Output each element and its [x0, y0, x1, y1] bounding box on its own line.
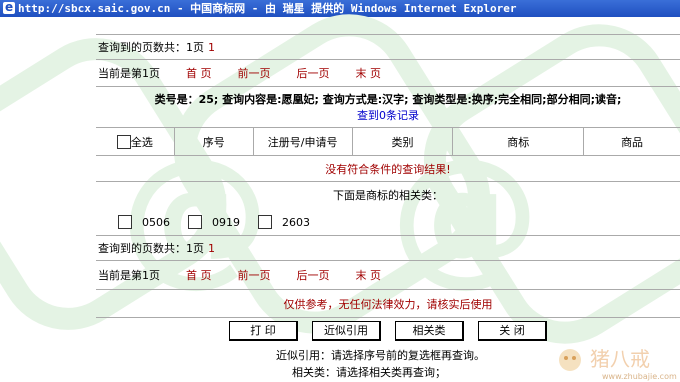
- window-title: http://sbcx.saic.gov.cn - 中国商标网 - 由 瑞星 提…: [18, 2, 517, 15]
- print-button[interactable]: 打 印: [229, 321, 298, 341]
- results-table-header: 全选 序号 注册号/申请号 类别 商标 商品: [96, 127, 680, 155]
- help-related-class: 相关类：请选择相关类再查询；: [292, 366, 446, 379]
- pages-found-value: 1: [208, 40, 215, 54]
- zhubajie-watermark-logo: 猪八戒 www.zhubajie.com: [559, 347, 677, 381]
- no-result-row: 没有符合条件的查询结果!: [96, 155, 680, 181]
- bottom-pagination-row: 当前是第1页 首 页 前一页 后一页 末 页: [96, 260, 680, 289]
- results-panel: 查询到的页数共：1页 1 当前是第1页 首 页 前一页 后一页 末 页 类号是：…: [96, 34, 680, 382]
- query-summary-row: 类号是：25; 查询内容是:愿凰妃; 查询方式是:汉字; 查询类型是:换序;完全…: [96, 86, 680, 127]
- pagination-row: 当前是第1页 首 页 前一页 后一页 末 页: [96, 59, 680, 86]
- bottom-last-page-link[interactable]: 末 页: [356, 267, 382, 283]
- records-found-link[interactable]: 查到0条记录: [357, 107, 419, 123]
- bottom-pages-found-row: 查询到的页数共：1页 1: [96, 235, 680, 260]
- no-result-message: 没有符合条件的查询结果!: [325, 162, 451, 176]
- bottom-first-page-link[interactable]: 首 页: [186, 267, 212, 283]
- related-class-button[interactable]: 相关类: [395, 321, 464, 341]
- prev-page-link[interactable]: 前一页: [238, 65, 271, 81]
- related-class-label: 0506: [142, 215, 170, 229]
- related-class-checkbox[interactable]: [118, 215, 132, 229]
- disclaimer-text: 仅供参考，无任何法律效力，请核实后使用: [283, 297, 493, 311]
- next-page-link[interactable]: 后一页: [297, 65, 330, 81]
- similar-cite-button[interactable]: 近似引用: [312, 321, 381, 341]
- first-page-link[interactable]: 首 页: [186, 65, 212, 81]
- related-classes-title: 下面是商标的相关类：: [333, 189, 443, 202]
- related-class-label: 2603: [282, 215, 310, 229]
- browser-icon: [3, 0, 15, 16]
- column-header-trademark: 商标: [453, 128, 585, 155]
- column-header-seq: 序号: [175, 128, 254, 155]
- pages-found-row: 查询到的页数共：1页 1: [96, 34, 680, 59]
- bottom-pages-found-value: 1: [208, 241, 215, 255]
- related-classes-list: 0506 0919 2603: [118, 212, 310, 232]
- bottom-prev-page-link[interactable]: 前一页: [238, 267, 271, 283]
- query-summary: 类号是：25; 查询内容是:愿凰妃; 查询方式是:汉字; 查询类型是:换序;完全…: [154, 93, 622, 106]
- pages-found-label: 查询到的页数共：1页: [98, 41, 204, 54]
- help-similar-cite: 近似引用：请选择序号前的复选框再查询。: [276, 349, 485, 362]
- bottom-current-page-label: 当前是第1页: [98, 269, 160, 282]
- select-all-label: 全选: [130, 135, 153, 149]
- column-header-goods: 商品: [621, 135, 644, 149]
- bottom-pages-found-label: 查询到的页数共：1页: [98, 242, 204, 255]
- last-page-link[interactable]: 末 页: [356, 65, 382, 81]
- watermark-brand: 猪八戒: [590, 347, 650, 371]
- watermark-url: www.zhubajie.com: [602, 372, 677, 381]
- column-header-class: 类别: [353, 128, 454, 155]
- current-page-label: 当前是第1页: [98, 67, 160, 80]
- select-all-checkbox[interactable]: [116, 134, 131, 149]
- close-button[interactable]: 关 闭: [478, 321, 547, 341]
- bottom-next-page-link[interactable]: 后一页: [297, 267, 330, 283]
- related-class-label: 0919: [212, 215, 240, 229]
- select-all-cell: 全选: [96, 128, 175, 155]
- column-header-reg-no: 注册号/申请号: [254, 128, 353, 155]
- related-class-checkbox[interactable]: [188, 215, 202, 229]
- related-title-row: 下面是商标的相关类：: [96, 181, 680, 208]
- related-class-checkbox[interactable]: [258, 215, 272, 229]
- disclaimer-row: 仅供参考，无任何法律效力，请核实后使用: [96, 289, 680, 317]
